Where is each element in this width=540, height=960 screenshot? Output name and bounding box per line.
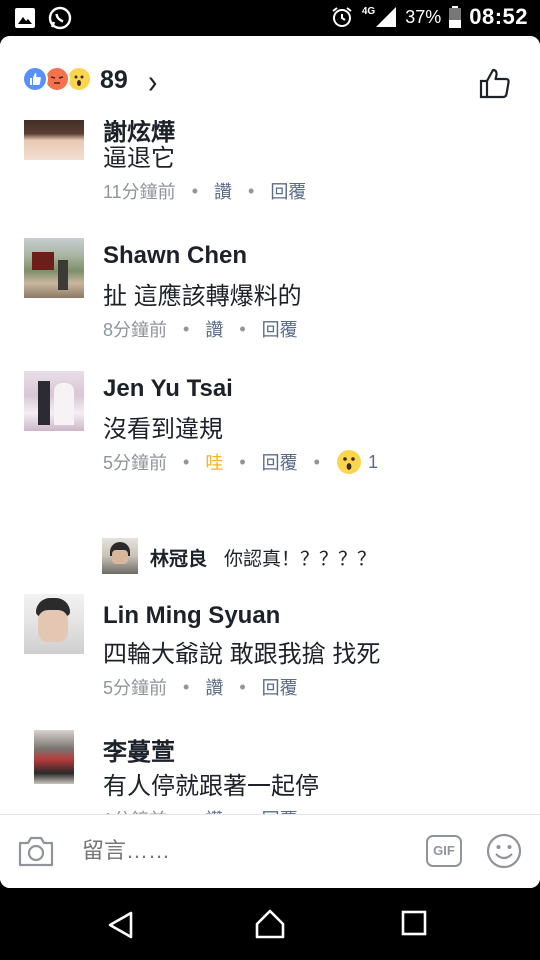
- comment-meta: 1分鐘前 • 讚 • 回覆: [103, 806, 298, 815]
- battery-percentage: 37%: [405, 6, 442, 27]
- wow-reaction-icon[interactable]: [336, 449, 362, 475]
- comment-meta: 5分鐘前 • 讚 • 回覆: [103, 674, 298, 700]
- comment-time: 1分鐘前: [103, 806, 167, 814]
- gif-label: GIF: [433, 843, 455, 858]
- avatar[interactable]: [24, 594, 84, 654]
- reply-avatar[interactable]: [102, 538, 138, 574]
- reaction-count[interactable]: 89: [100, 66, 128, 95]
- reply-link[interactable]: 回覆: [262, 674, 298, 700]
- comment-input[interactable]: [80, 837, 384, 865]
- comment-author[interactable]: 李蔓萱: [103, 732, 175, 767]
- separator: •: [183, 451, 190, 472]
- reply-link[interactable]: 回覆: [262, 316, 298, 342]
- chevron-right-icon[interactable]: ›: [148, 63, 157, 101]
- gallery-icon: [15, 8, 35, 28]
- like-link[interactable]: 讚: [205, 806, 223, 814]
- comment-meta: 8分鐘前 • 讚 • 回覆: [103, 316, 298, 342]
- reply-preview[interactable]: 林冠良 你認真！？？？？: [102, 538, 522, 578]
- comment-list[interactable]: 謝炫燁 逼退它 11分鐘前 • 讚 • 回覆 Shawn Chen 扯 這應該轉…: [0, 120, 540, 814]
- wow-reaction-link[interactable]: 哇: [205, 449, 223, 475]
- home-icon[interactable]: [254, 908, 286, 940]
- alarm-icon: [332, 7, 352, 27]
- reply-link[interactable]: 回覆: [262, 806, 298, 814]
- gif-button[interactable]: GIF: [426, 835, 462, 867]
- network-type: 4G: [361, 5, 376, 17]
- like-link[interactable]: 讚: [205, 674, 223, 700]
- like-link[interactable]: 讚: [214, 178, 232, 204]
- separator: •: [191, 180, 198, 201]
- reply-text: 你認真！？？？？: [224, 549, 377, 570]
- reply-author[interactable]: 林冠良: [150, 544, 207, 571]
- whatsapp-icon: [48, 6, 72, 30]
- battery-icon: [449, 6, 462, 28]
- separator: •: [313, 451, 320, 472]
- comment-text: 扯 這應該轉爆料的: [103, 283, 302, 310]
- signal-icon: [376, 7, 397, 27]
- back-icon[interactable]: [106, 910, 136, 940]
- comment-text: 逼退它: [103, 145, 175, 172]
- comment: Jen Yu Tsai 沒看到違規 5分鐘前 • 哇 • 回覆 • 1: [0, 371, 540, 501]
- comment-time: 5分鐘前: [103, 678, 168, 698]
- comment-text: 有人停就跟著一起停: [103, 773, 319, 800]
- reaction-summary[interactable]: [22, 66, 98, 94]
- reply-link[interactable]: 回覆: [262, 449, 298, 475]
- like-link[interactable]: 讚: [205, 316, 223, 342]
- like-reaction-icon: [22, 66, 48, 92]
- comment-text: 四輪大爺說 敢跟我搶 找死: [103, 641, 381, 668]
- status-bar: 4G 37% 08:52: [0, 0, 540, 36]
- avatar[interactable]: [24, 371, 84, 431]
- comment-meta: 5分鐘前 • 哇 • 回覆 • 1: [103, 449, 378, 475]
- comment: Lin Ming Syuan 四輪大爺說 敢跟我搶 找死 5分鐘前 • 讚 • …: [0, 592, 540, 722]
- separator: •: [183, 318, 190, 339]
- avatar[interactable]: [24, 120, 84, 160]
- separator: •: [183, 676, 190, 697]
- comment-time: 11分鐘前: [103, 182, 176, 202]
- emoji-icon[interactable]: [486, 833, 522, 869]
- comment: Shawn Chen 扯 這應該轉爆料的 8分鐘前 • 讚 • 回覆: [0, 238, 540, 368]
- comment-author[interactable]: Lin Ming Syuan: [103, 602, 280, 630]
- camera-icon[interactable]: [18, 835, 54, 867]
- separator: •: [239, 318, 246, 339]
- comment-composer: GIF: [0, 814, 540, 888]
- separator: •: [248, 180, 255, 201]
- comment-time: 8分鐘前: [103, 320, 168, 340]
- system-nav-bar: [0, 888, 540, 960]
- comment: 謝炫燁 逼退它 11分鐘前 • 讚 • 回覆: [0, 120, 540, 236]
- reaction-count[interactable]: 1: [368, 452, 378, 473]
- comment-author[interactable]: Jen Yu Tsai: [103, 375, 233, 403]
- reply-link[interactable]: 回覆: [270, 178, 306, 204]
- avatar[interactable]: [24, 238, 84, 298]
- comment-text: 沒看到違規: [103, 416, 223, 443]
- comment-author[interactable]: Shawn Chen: [103, 242, 247, 270]
- clock: 08:52: [469, 4, 528, 29]
- separator: •: [239, 451, 246, 472]
- like-button-icon[interactable]: [478, 66, 512, 100]
- comment-time: 5分鐘前: [103, 453, 168, 473]
- reactions-header: 89 ›: [0, 36, 540, 121]
- comment: 李蔓萱 有人停就跟著一起停 1分鐘前 • 讚 • 回覆: [0, 728, 540, 814]
- avatar[interactable]: [34, 730, 74, 784]
- comment-meta: 11分鐘前 • 讚 • 回覆: [103, 178, 306, 204]
- recents-icon[interactable]: [401, 910, 427, 936]
- separator: •: [239, 676, 246, 697]
- comments-sheet: 89 › 謝炫燁 逼退它 11分鐘前 • 讚 • 回覆 Shawn Chen 扯…: [0, 36, 540, 888]
